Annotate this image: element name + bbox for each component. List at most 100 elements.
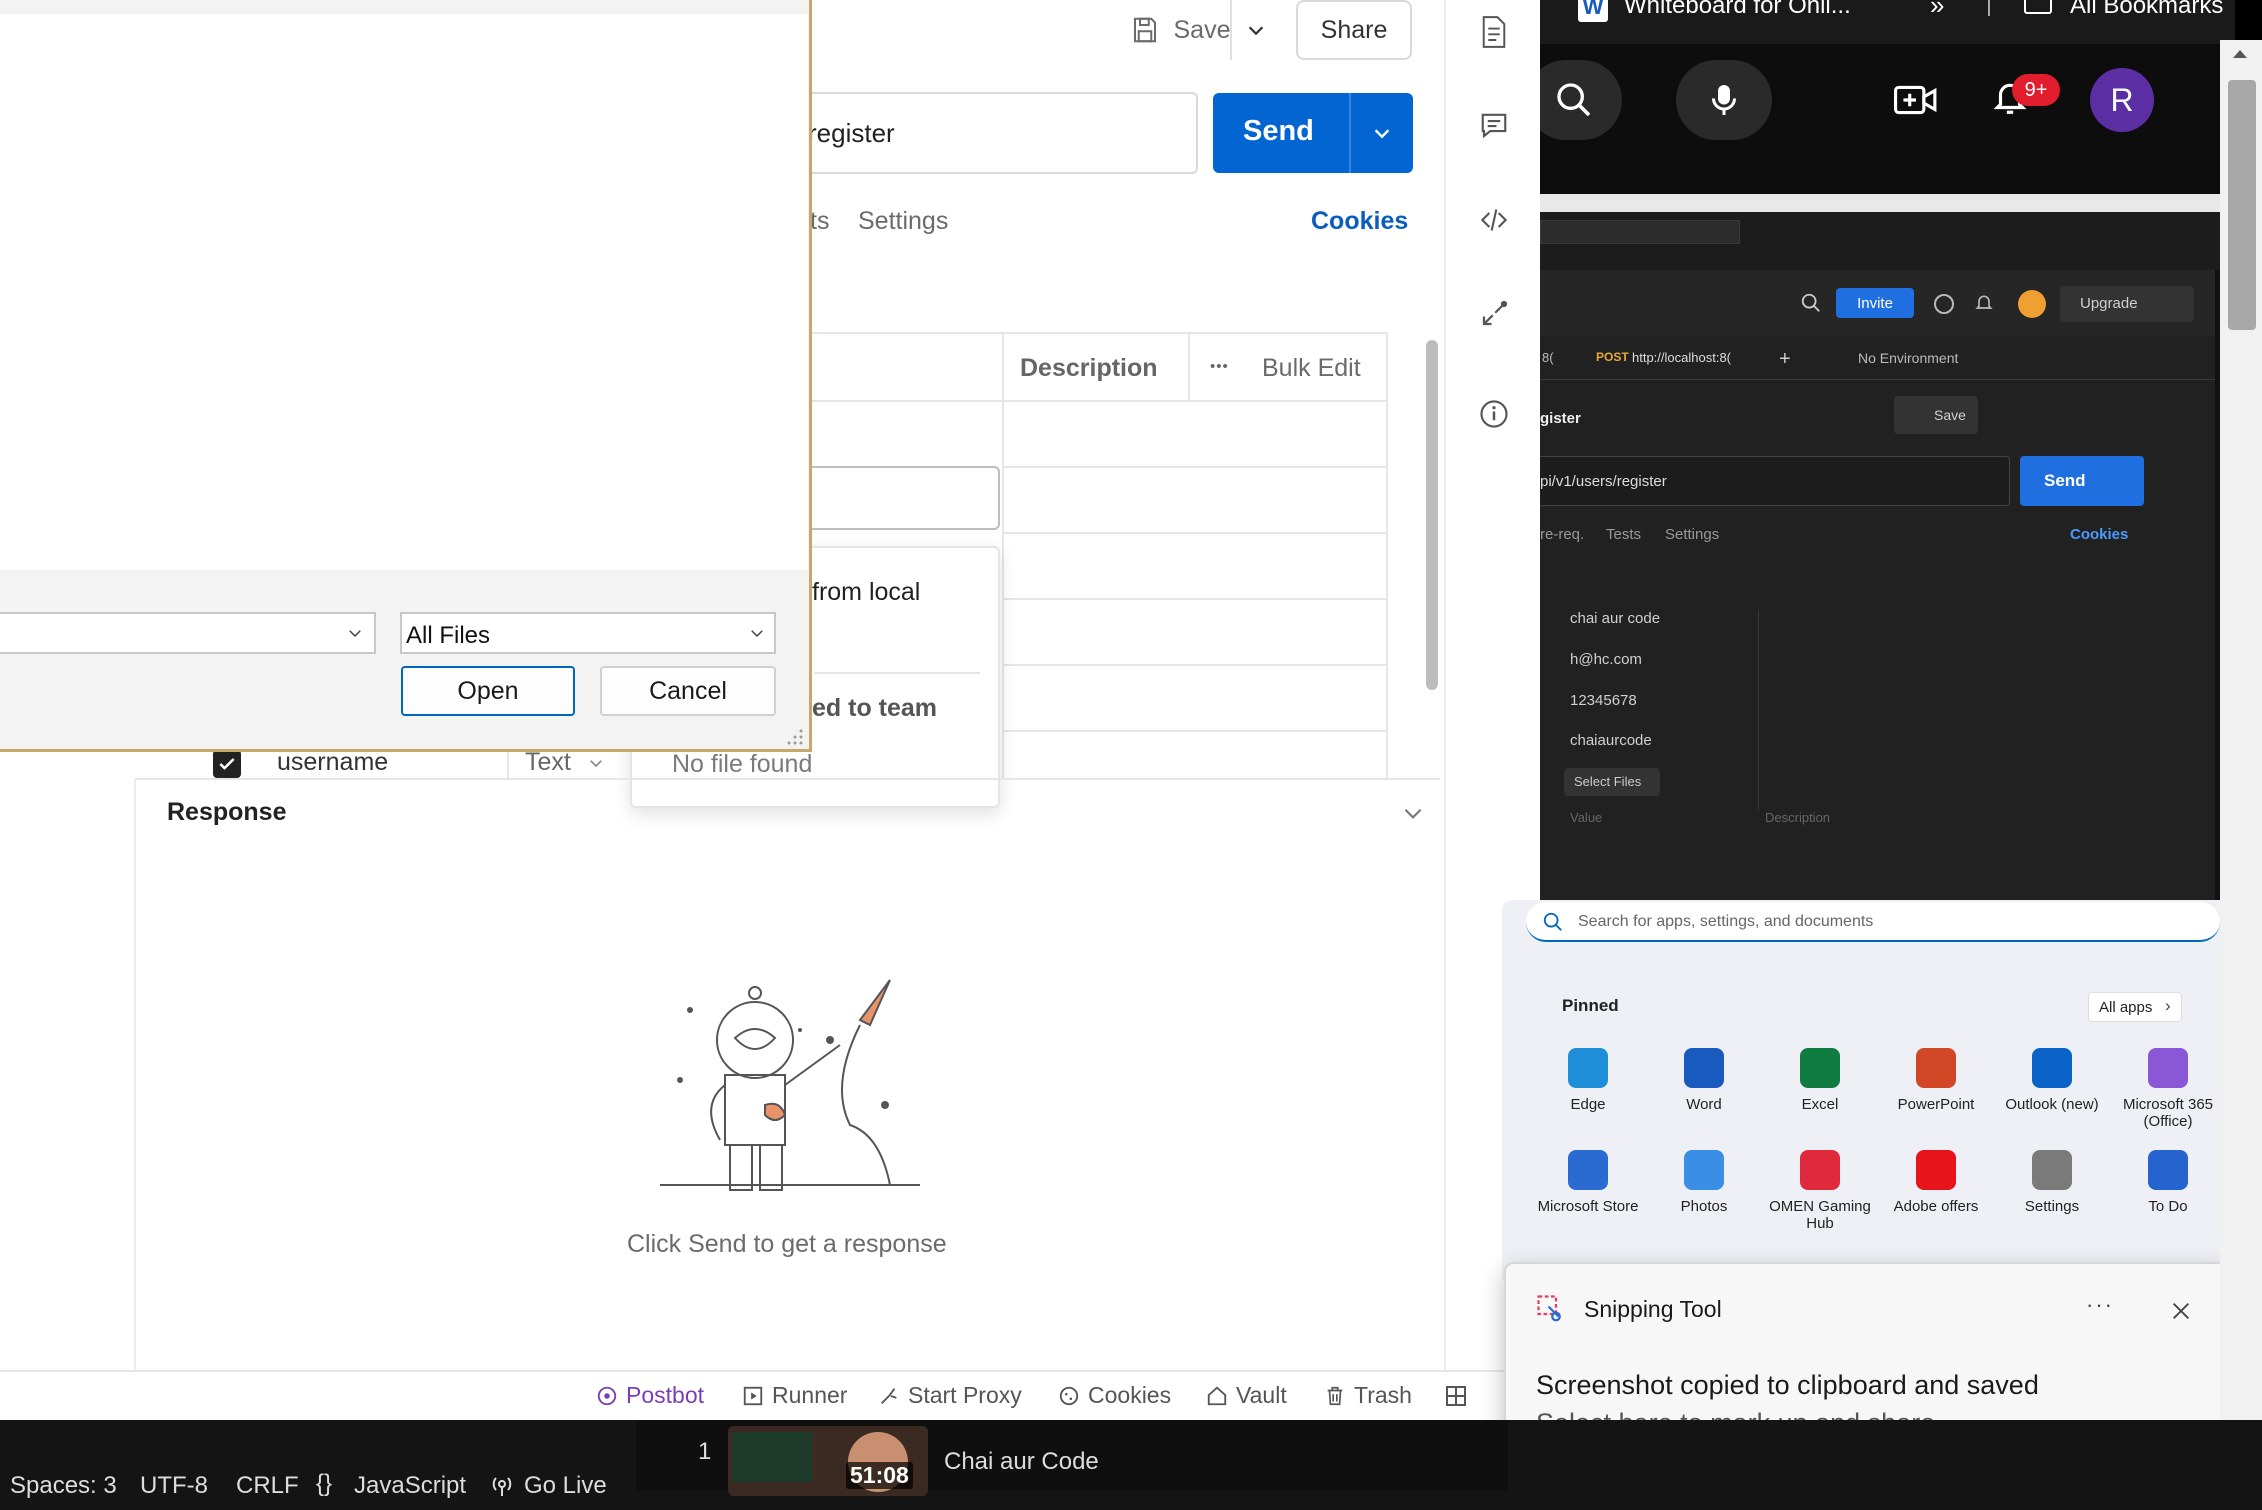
thumbnail-screen — [732, 1432, 812, 1482]
more-options-icon[interactable]: ··· — [2086, 1292, 2114, 1318]
indent-status[interactable]: Spaces: 3 — [10, 1472, 117, 1500]
search-icon[interactable] — [1540, 60, 1622, 140]
scrollbar[interactable] — [1426, 340, 1438, 690]
environment-select: No Environment — [1858, 350, 1959, 366]
trash-button[interactable]: Trash — [1324, 1382, 1412, 1409]
close-icon[interactable] — [2170, 1300, 2192, 1322]
chevron-down-icon[interactable] — [346, 624, 364, 642]
eol-status[interactable]: CRLF — [236, 1472, 299, 1500]
avatar[interactable]: R — [2090, 68, 2154, 132]
app-label: Photos — [1680, 1198, 1728, 1215]
app-icon — [1568, 1150, 1608, 1190]
file-select-input[interactable] — [812, 466, 1000, 530]
cookies-link[interactable]: Cookies — [1311, 207, 1408, 236]
runner-button[interactable]: Runner — [742, 1382, 847, 1409]
save-options-chevron-icon[interactable] — [1236, 10, 1276, 50]
info-icon[interactable] — [1474, 394, 1514, 434]
scroll-up-icon[interactable] — [2230, 46, 2250, 62]
app-label: PowerPoint — [1897, 1096, 1975, 1113]
more-options-icon[interactable]: ••• — [1210, 358, 1229, 375]
start-proxy-label: Start Proxy — [908, 1382, 1022, 1408]
pinned-app[interactable]: Adobe offers — [1876, 1150, 1996, 1215]
encoding-status[interactable]: UTF-8 — [140, 1472, 208, 1500]
chevron-down-icon[interactable] — [587, 754, 605, 772]
microphone-icon[interactable] — [1676, 60, 1772, 140]
postbot-button[interactable]: Postbot — [596, 1382, 704, 1409]
start-search-input[interactable]: Search for apps, settings, and documents — [1526, 902, 2220, 942]
file-open-dialog: All Files Open Cancel — [0, 0, 812, 752]
all-apps-button[interactable]: All apps › — [2088, 992, 2182, 1022]
app-icon — [1568, 1048, 1608, 1088]
send-button[interactable]: Send — [1243, 115, 1314, 148]
pinned-app[interactable]: Photos — [1644, 1150, 1764, 1215]
table-row: 12345678 — [1570, 692, 1637, 709]
whiteboard-favicon-icon: W — [1578, 0, 1608, 22]
app-label: Excel — [1801, 1096, 1839, 1113]
row-type-select[interactable]: Text — [525, 748, 571, 777]
vault-button[interactable]: Vault — [1206, 1382, 1287, 1409]
url-input[interactable]: register — [790, 92, 1198, 174]
trash-icon — [1324, 1385, 1346, 1407]
chevron-right-icon: › — [2165, 996, 2171, 1015]
pinned-app[interactable]: PowerPoint — [1876, 1048, 1996, 1113]
tab-settings[interactable]: Settings — [858, 207, 948, 236]
vertical-scrollbar[interactable] — [2220, 40, 2262, 1510]
cookies-footer-button[interactable]: Cookies — [1058, 1382, 1171, 1409]
bell-icon — [1974, 292, 1994, 314]
dark-cookies-link: Cookies — [2070, 526, 2129, 543]
video-thumbnail[interactable]: 51:08 — [728, 1426, 928, 1496]
divider — [1002, 466, 1388, 468]
open-button[interactable]: Open — [401, 666, 575, 716]
comments-icon[interactable] — [1474, 106, 1514, 146]
vault-icon — [1206, 1385, 1228, 1407]
pinned-app[interactable]: Word — [1644, 1048, 1764, 1113]
dark-send-label: Send — [2044, 471, 2086, 490]
upload-from-local-option[interactable]: from local — [812, 578, 920, 607]
file-list-pane[interactable] — [0, 14, 808, 570]
go-live-button[interactable]: Go Live — [524, 1472, 607, 1500]
pinned-app[interactable]: Excel — [1760, 1048, 1880, 1113]
bulk-edit-button[interactable]: Bulk Edit — [1262, 354, 1361, 383]
divider — [812, 400, 1388, 402]
checkbox-checked-icon[interactable] — [213, 750, 241, 778]
start-proxy-button[interactable]: Start Proxy — [878, 1382, 1022, 1409]
save-button[interactable]: Save — [1110, 6, 1250, 54]
resize-grip-icon[interactable] — [786, 728, 804, 746]
file-type-select[interactable]: All Files — [400, 612, 776, 654]
related-collections-icon[interactable] — [1474, 294, 1514, 334]
documentation-icon[interactable] — [1474, 12, 1514, 52]
pinned-app[interactable]: Settings — [1992, 1150, 2112, 1215]
pinned-app[interactable]: Microsoft Store — [1528, 1150, 1648, 1215]
add-video-icon[interactable] — [1886, 70, 1946, 130]
row-key[interactable]: username — [277, 748, 388, 777]
language-status[interactable]: JavaScript — [354, 1472, 466, 1500]
collapse-response-chevron-icon[interactable] — [1400, 800, 1426, 826]
code-icon[interactable] — [1474, 200, 1514, 240]
send-options-chevron-icon[interactable] — [1351, 93, 1413, 173]
scrollbar-thumb[interactable] — [2228, 80, 2256, 330]
video-list-item[interactable]: 1 51:08 Chai aur Code — [636, 1420, 1508, 1496]
app-label: Microsoft Store — [1537, 1198, 1639, 1215]
select-files-button: Select Files — [1564, 768, 1660, 796]
layout-toggle-icon[interactable] — [1444, 1384, 1468, 1408]
tab-fragment: 8( — [1542, 350, 1554, 365]
file-name-input[interactable] — [0, 612, 376, 654]
chevron-down-icon[interactable] — [748, 624, 766, 642]
select-files-label: Select Files — [1574, 774, 1642, 789]
shared-to-team-option[interactable]: ed to team — [812, 694, 937, 723]
pinned-app[interactable]: OMEN Gaming Hub — [1760, 1150, 1880, 1232]
app-icon — [1800, 1150, 1840, 1190]
pinned-app[interactable]: To Do — [2108, 1150, 2228, 1215]
divider — [1188, 334, 1190, 400]
all-apps-label: All apps — [2099, 999, 2153, 1016]
pinned-app[interactable]: Outlook (new) — [1992, 1048, 2112, 1113]
all-bookmarks-link[interactable]: All Bookmarks — [2070, 0, 2223, 20]
pinned-app[interactable]: Microsoft 365 (Office) — [2108, 1048, 2228, 1130]
browser-tab-title[interactable]: Whiteboard for Onli... — [1624, 0, 1851, 20]
pinned-app[interactable]: Edge — [1528, 1048, 1648, 1113]
cancel-button[interactable]: Cancel — [600, 666, 776, 716]
more-tabs-icon[interactable]: » — [1930, 0, 1944, 21]
tab-tests-fragment[interactable]: ts — [810, 207, 829, 236]
share-button[interactable]: Share — [1296, 0, 1412, 60]
video-channel: Chai aur Code — [944, 1448, 1099, 1475]
